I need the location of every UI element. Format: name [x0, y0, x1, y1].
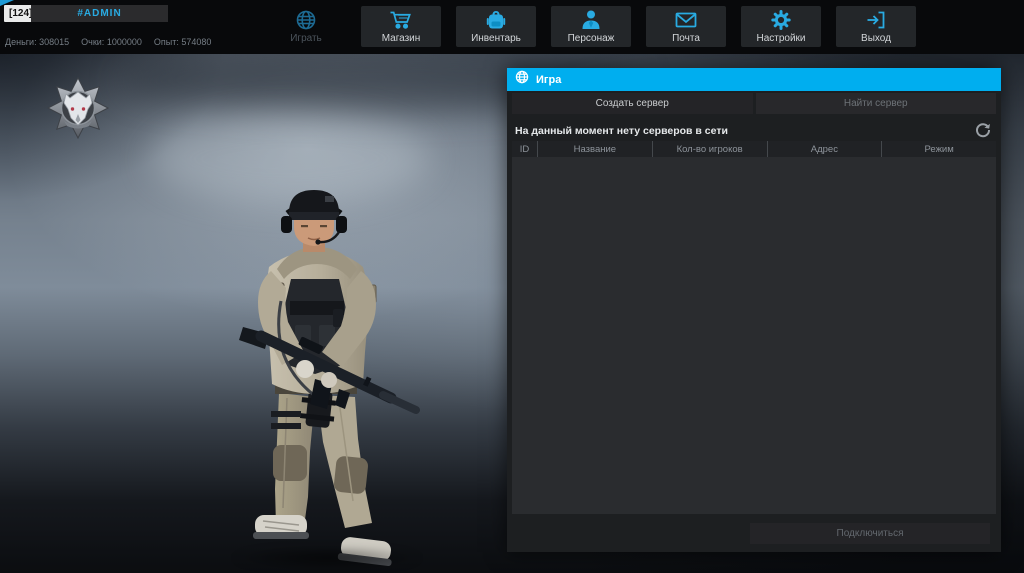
refresh-button[interactable] — [973, 121, 993, 141]
character-shadow — [232, 546, 422, 570]
connect-button[interactable]: Подключиться — [750, 523, 990, 544]
points-stat: Очки: 1000000 — [81, 37, 142, 47]
panel-header: Игра — [507, 68, 1001, 91]
main-nav: Играть Магазин Инвентарь Персонаж Почта … — [266, 6, 916, 47]
nav-settings-label: Настройки — [756, 33, 806, 44]
nav-inventory-label: Инвентарь — [471, 33, 521, 44]
gear-icon — [768, 9, 794, 31]
cart-icon — [388, 9, 414, 31]
tab-find-server[interactable]: Найти сервер — [755, 93, 996, 114]
money-stat: Деньги: 308015 — [5, 37, 70, 47]
panel-title: Игра — [536, 73, 562, 86]
nav-exit-button[interactable]: Выход — [836, 6, 916, 47]
globe-icon — [293, 9, 319, 31]
panel-footer: Подключиться — [507, 520, 1001, 552]
nav-play-label: Играть — [290, 33, 322, 44]
server-info-row: На данный момент нету серверов в сети — [515, 120, 993, 142]
no-servers-message: На данный момент нету серверов в сети — [515, 125, 728, 137]
clan-emblem — [46, 76, 110, 140]
nav-inventory-button[interactable]: Инвентарь — [456, 6, 536, 47]
player-character-model — [239, 190, 420, 566]
player-stats: Деньги: 308015 Очки: 1000000 Опыт: 57408… — [5, 37, 211, 47]
backpack-icon — [483, 9, 509, 31]
nav-settings-button[interactable]: Настройки — [741, 6, 821, 47]
column-name[interactable]: Название — [538, 141, 653, 157]
exit-icon — [863, 9, 889, 31]
nav-exit-label: Выход — [861, 33, 891, 44]
nav-shop-button[interactable]: Магазин — [361, 6, 441, 47]
mail-icon — [673, 9, 699, 31]
column-address[interactable]: Адрес — [768, 141, 883, 157]
server-tabs: Создать сервер Найти сервер — [512, 93, 996, 114]
column-mode[interactable]: Режим — [882, 141, 996, 157]
game-panel: Игра Создать сервер Найти сервер На данн… — [507, 68, 1001, 552]
game-client: [124] #ADMIN Деньги: 308015 Очки: 100000… — [0, 0, 1024, 573]
player-name-bar: #ADMIN — [31, 5, 168, 22]
top-bar: [124] #ADMIN Деньги: 308015 Очки: 100000… — [0, 0, 1024, 54]
nav-character-button[interactable]: Персонаж — [551, 6, 631, 47]
server-table-header: ID Название Кол-во игроков Адрес Режим — [512, 141, 996, 157]
column-id[interactable]: ID — [512, 141, 538, 157]
server-list[interactable] — [512, 157, 996, 514]
tab-create-server[interactable]: Создать сервер — [512, 93, 753, 114]
nav-play-button[interactable]: Играть — [266, 6, 346, 47]
refresh-icon — [974, 123, 992, 142]
person-icon — [578, 9, 604, 31]
nav-shop-label: Магазин — [381, 33, 421, 44]
globe-icon — [515, 70, 529, 89]
nav-character-label: Персонаж — [567, 33, 615, 44]
exp-stat: Опыт: 574080 — [153, 37, 212, 47]
nav-mail-button[interactable]: Почта — [646, 6, 726, 47]
player-clan-tag: #ADMIN — [77, 8, 122, 19]
column-players[interactable]: Кол-во игроков — [653, 141, 768, 157]
nav-mail-label: Почта — [672, 33, 700, 44]
